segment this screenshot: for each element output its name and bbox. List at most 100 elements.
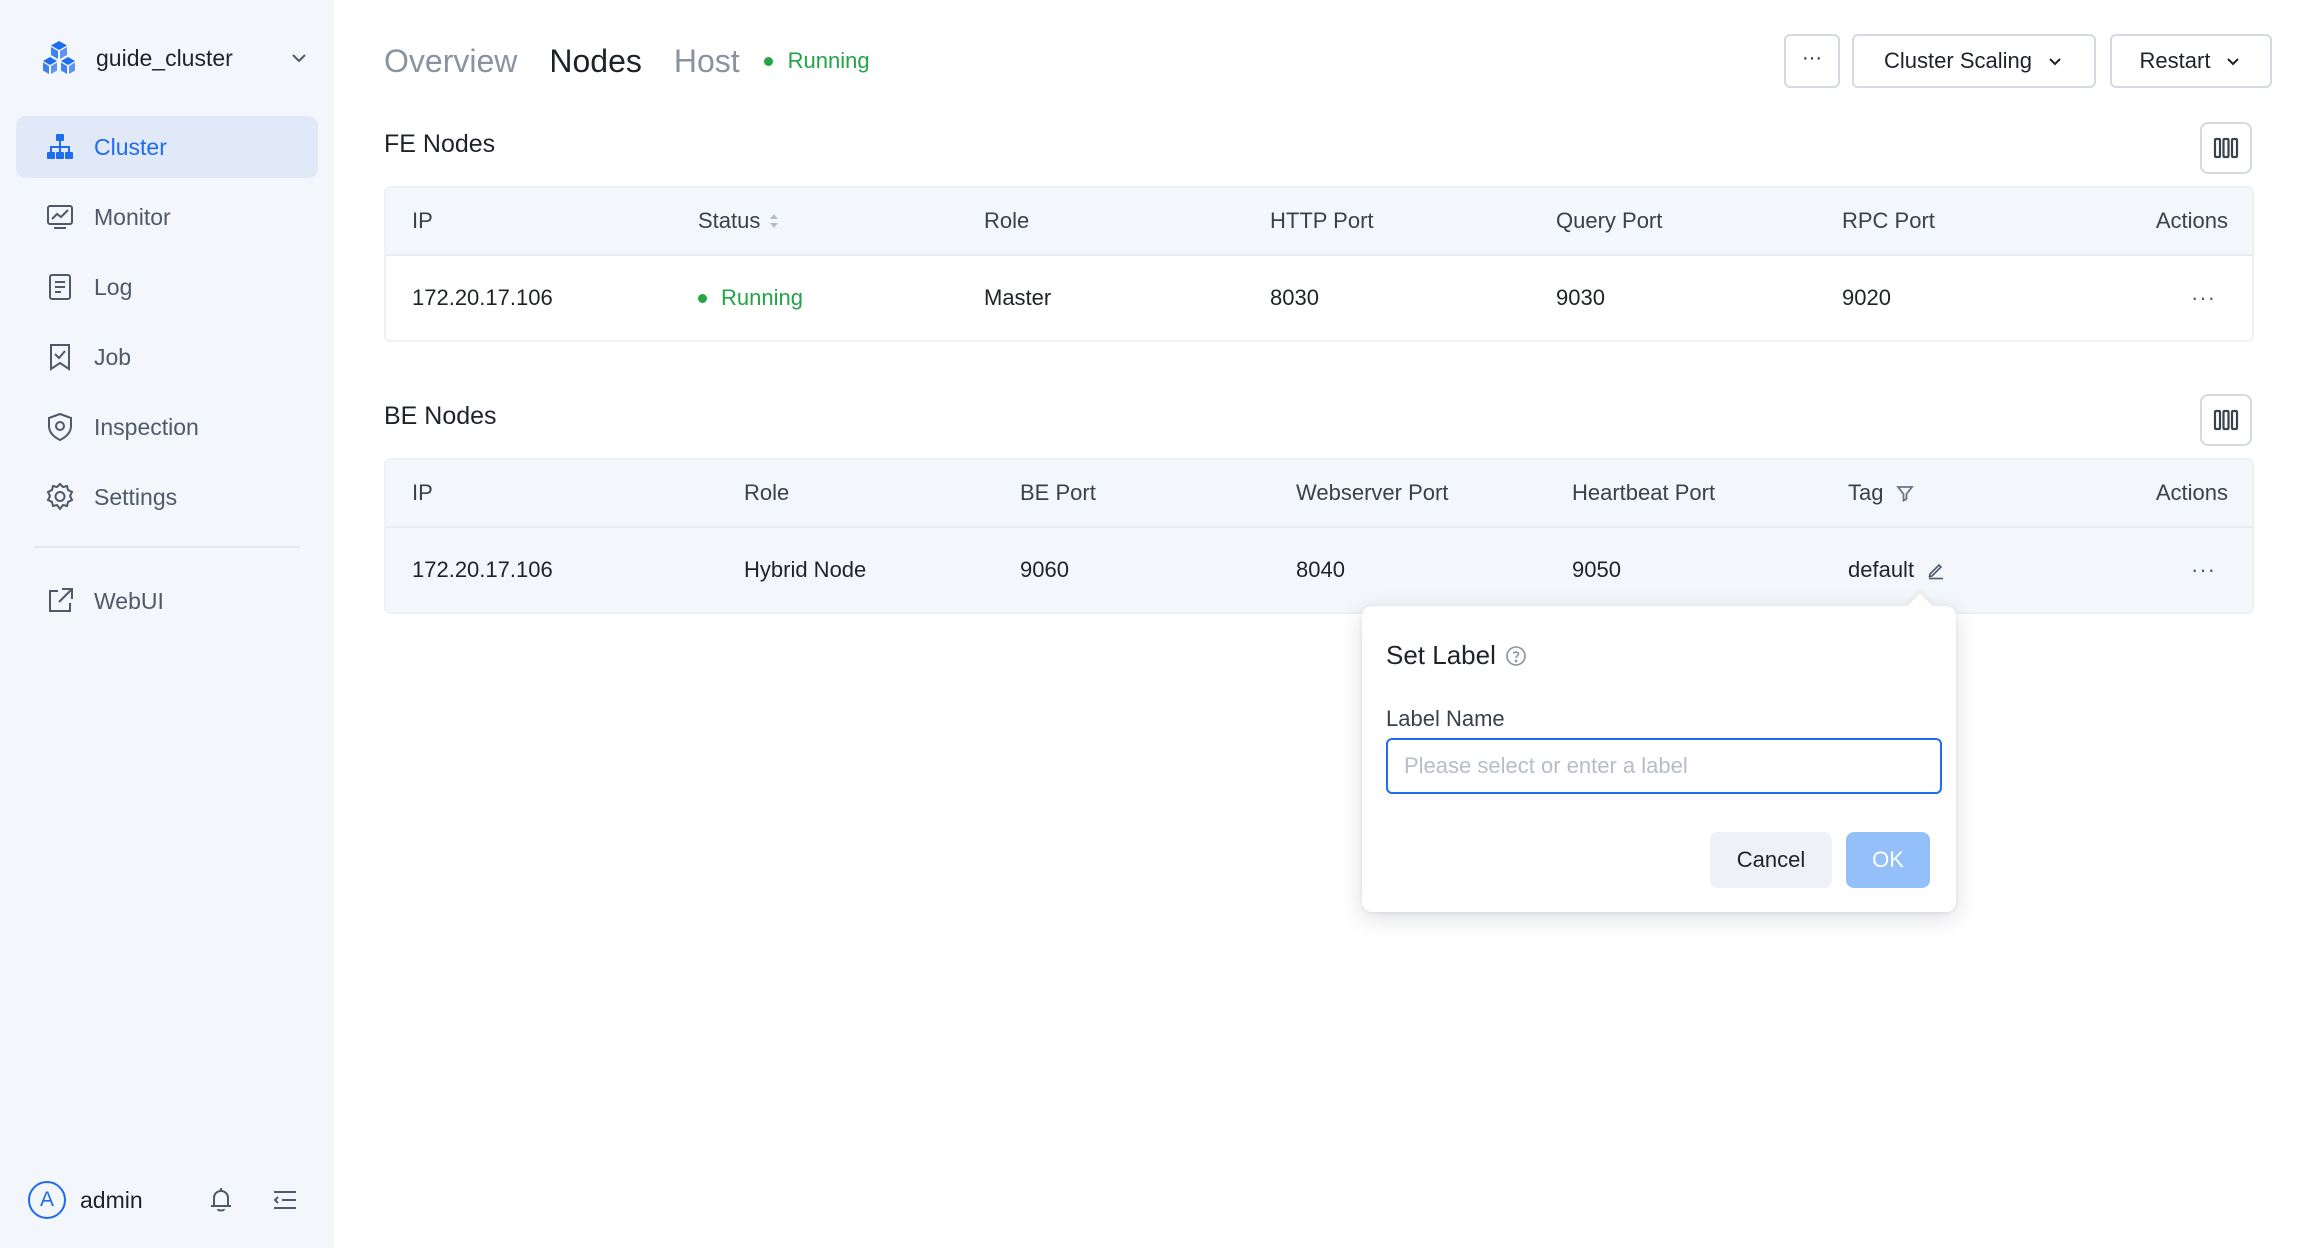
- fe-nodes-title: FE Nodes: [384, 130, 496, 158]
- sidebar-item-cluster[interactable]: Cluster: [16, 116, 318, 178]
- col-actions: Actions: [2155, 208, 2228, 233]
- more-icon: ···: [1802, 46, 1822, 69]
- sidebar-item-monitor[interactable]: Monitor: [16, 186, 318, 248]
- sidebar-item-log[interactable]: Log: [16, 256, 318, 318]
- col-be-port: BE Port: [1020, 480, 1096, 505]
- row-actions-menu[interactable]: ···: [2191, 256, 2216, 340]
- cluster-scaling-label: Cluster Scaling: [1884, 48, 2032, 73]
- chevron-down-icon: [2049, 58, 2061, 66]
- sidebar-item-settings[interactable]: Settings: [16, 466, 318, 528]
- sidebar-item-inspection[interactable]: Inspection: [16, 396, 318, 458]
- sidebar-item-job[interactable]: Job: [16, 326, 318, 388]
- sidebar: guide_cluster Cluster Monitor Log Job In…: [0, 0, 334, 1248]
- user-bar: A admin: [28, 1180, 308, 1220]
- col-heartbeat-port: Heartbeat Port: [1572, 480, 1716, 505]
- col-actions: Actions: [2155, 480, 2228, 505]
- chevron-down-icon: [292, 54, 306, 63]
- be-column-settings-button[interactable]: [2200, 394, 2252, 446]
- col-query-port: Query Port: [1556, 208, 1663, 233]
- table-row: 172.20.17.106 Running Master 8030 9030 9…: [386, 256, 2252, 340]
- tab-host[interactable]: Host: [674, 43, 740, 80]
- sidebar-divider: [34, 546, 300, 548]
- col-ip: IP: [412, 480, 433, 505]
- cell-webserver-port: 8040: [1296, 557, 1345, 582]
- cell-query-port: 9030: [1556, 285, 1605, 310]
- table-header: IP Role BE Port Webserver Port Heartbeat…: [386, 460, 2252, 528]
- monitor-icon: [47, 205, 73, 229]
- sidebar-item-label: Job: [94, 343, 132, 370]
- col-role: Role: [984, 208, 1030, 233]
- job-icon: [50, 344, 70, 371]
- sort-icon[interactable]: [768, 211, 780, 231]
- restart-button[interactable]: Restart: [2110, 34, 2272, 88]
- col-rpc-port: RPC Port: [1842, 208, 1935, 233]
- cell-role: Hybrid Node: [744, 557, 867, 582]
- columns-icon: [2213, 137, 2239, 159]
- log-icon: [49, 274, 71, 300]
- status-dot: [698, 293, 707, 303]
- more-icon: ···: [2191, 285, 2216, 310]
- cell-tag-text: default: [1848, 557, 1915, 582]
- restart-label: Restart: [2139, 48, 2211, 73]
- fe-nodes-table: IP Status Role HTTP Port Query Port RPC …: [384, 186, 2254, 342]
- col-webserver-port: Webserver Port: [1296, 480, 1449, 505]
- cluster-icon: [47, 134, 73, 159]
- cluster-logo-icon: [43, 41, 75, 74]
- tab-nodes[interactable]: Nodes: [549, 43, 642, 80]
- user-name[interactable]: admin: [80, 1187, 143, 1214]
- sidebar-item-webui[interactable]: WebUI: [16, 570, 318, 632]
- sidebar-nav: Cluster Monitor Log Job Inspection Setti…: [16, 116, 318, 640]
- col-http-port: HTTP Port: [1270, 208, 1374, 233]
- cluster-scaling-button[interactable]: Cluster Scaling: [1852, 34, 2096, 88]
- cell-rpc-port: 9020: [1842, 285, 1891, 310]
- edit-icon[interactable]: [1926, 560, 1946, 580]
- label-name-label: Label Name: [1386, 706, 1505, 731]
- table-header: IP Status Role HTTP Port Query Port RPC …: [386, 188, 2252, 256]
- cluster-switcher[interactable]: guide_cluster: [40, 38, 310, 78]
- row-actions-menu[interactable]: ···: [2191, 528, 2216, 612]
- columns-icon: [2213, 409, 2239, 431]
- sidebar-item-label: Cluster: [94, 133, 167, 160]
- more-actions-button[interactable]: ···: [1784, 34, 1840, 88]
- cell-heartbeat-port: 9050: [1572, 557, 1621, 582]
- set-label-popover: Set Label Label Name Cancel OK: [1362, 593, 1956, 912]
- ok-button[interactable]: OK: [1846, 832, 1930, 888]
- cluster-status-badge: Running: [763, 48, 870, 74]
- help-icon[interactable]: [1504, 644, 1528, 668]
- cell-role: Master: [984, 285, 1052, 310]
- sidebar-item-label: WebUI: [94, 587, 164, 614]
- cell-status-text: Running: [721, 285, 803, 310]
- col-status[interactable]: Status: [698, 188, 780, 254]
- popover-title-text: Set Label: [1386, 640, 1496, 670]
- popover-title: Set Label: [1386, 640, 1528, 671]
- col-ip: IP: [412, 208, 433, 233]
- col-role: Role: [744, 480, 790, 505]
- sidebar-item-label: Inspection: [94, 413, 199, 440]
- inspection-icon: [48, 412, 72, 442]
- cell-ip: 172.20.17.106: [412, 285, 553, 310]
- cancel-button[interactable]: Cancel: [1710, 832, 1832, 888]
- sidebar-item-label: Settings: [94, 483, 178, 510]
- be-nodes-title: BE Nodes: [384, 402, 497, 430]
- cell-tag: default: [1848, 528, 1946, 612]
- filter-icon[interactable]: [1895, 483, 1915, 503]
- chevron-down-icon: [2227, 58, 2240, 66]
- bell-icon[interactable]: [206, 1185, 236, 1215]
- page-tabs: Overview Nodes Host Running: [384, 38, 870, 84]
- col-tag-label: Tag: [1848, 480, 1884, 505]
- tab-overview[interactable]: Overview: [384, 43, 517, 80]
- status-dot: [763, 56, 773, 66]
- settings-icon: [46, 482, 74, 511]
- fe-column-settings-button[interactable]: [2200, 122, 2252, 174]
- be-nodes-table: IP Role BE Port Webserver Port Heartbeat…: [384, 458, 2254, 614]
- cell-http-port: 8030: [1270, 285, 1319, 310]
- table-row: 172.20.17.106 Hybrid Node 9060 8040 9050…: [386, 528, 2252, 612]
- label-name-input[interactable]: [1386, 738, 1942, 794]
- sidebar-item-label: Log: [94, 273, 133, 300]
- avatar[interactable]: A: [28, 1181, 66, 1219]
- cell-ip: 172.20.17.106: [412, 557, 553, 582]
- collapse-menu-icon[interactable]: [270, 1185, 300, 1215]
- cluster-status-text: Running: [787, 48, 870, 73]
- sidebar-item-label: Monitor: [94, 203, 171, 230]
- cell-status: Running: [698, 256, 803, 340]
